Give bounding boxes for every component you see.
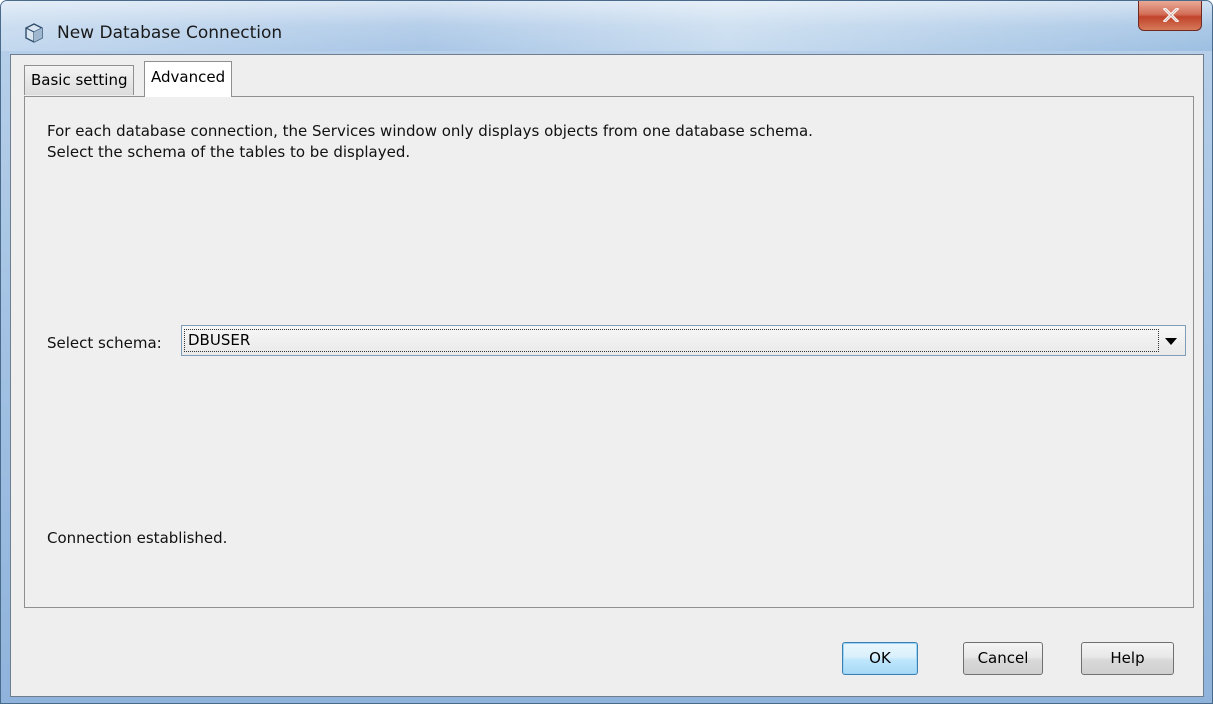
description-text: For each database connection, the Servic… [47,121,813,163]
dialog-window: New Database Connection Basic setting Ad… [0,0,1213,704]
close-icon [1163,8,1179,22]
ok-button[interactable]: OK [842,642,918,675]
tab-basic-setting[interactable]: Basic setting [24,65,135,95]
help-button[interactable]: Help [1081,642,1174,675]
cancel-button[interactable]: Cancel [963,642,1043,675]
status-text: Connection established. [47,529,228,547]
description-line-2: Select the schema of the tables to be di… [47,143,411,161]
database-cube-icon [25,23,43,43]
description-line-1: For each database connection, the Servic… [47,122,813,140]
close-button[interactable] [1138,1,1202,31]
schema-selected-value[interactable]: DBUSER [184,329,1159,352]
chevron-down-icon[interactable] [1165,338,1177,345]
schema-dropdown[interactable]: DBUSER [181,325,1186,356]
schema-label: Select schema: [47,334,162,352]
window-title: New Database Connection [57,23,283,43]
dialog-content: Basic setting Advanced For each database… [10,54,1204,697]
advanced-panel: For each database connection, the Servic… [24,96,1194,608]
title-bar[interactable]: New Database Connection [1,1,1212,51]
tab-advanced[interactable]: Advanced [144,61,233,97]
